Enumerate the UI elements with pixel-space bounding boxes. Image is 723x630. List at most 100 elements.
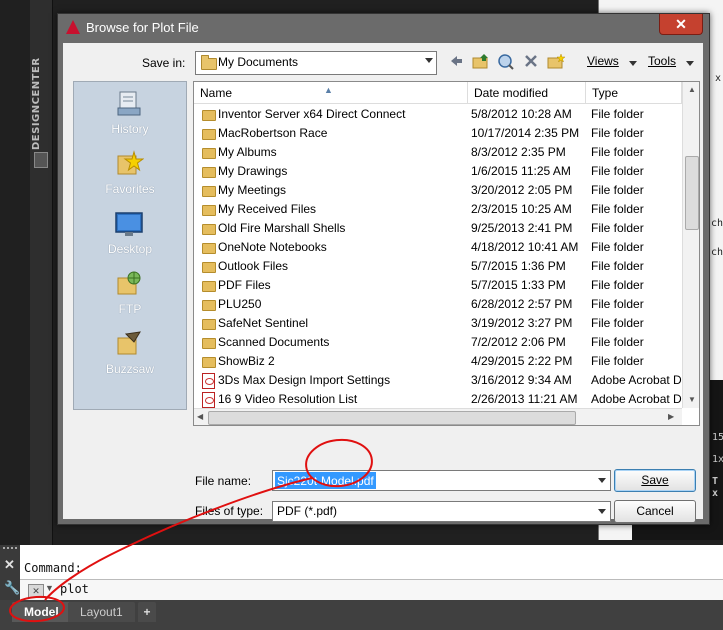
- files-of-type-label: Files of type:: [195, 504, 264, 518]
- files-of-type-select[interactable]: PDF (*.pdf): [272, 501, 611, 522]
- save-button[interactable]: Save: [614, 469, 696, 492]
- scroll-thumb[interactable]: [685, 156, 699, 230]
- file-row[interactable]: SafeNet Sentinel 3/19/2012 3:27 PM File fo…: [194, 314, 682, 333]
- place-history[interactable]: History: [74, 86, 186, 146]
- file-date-cell: 6/28/2012 2:57 PM: [471, 297, 573, 311]
- command-input[interactable]: plot: [60, 582, 89, 596]
- command-prompt-icon[interactable]: ✕: [28, 584, 44, 598]
- views-menu[interactable]: Views: [587, 54, 619, 68]
- place-favorites[interactable]: Favorites: [74, 146, 186, 206]
- file-row[interactable]: My Meetings 3/20/2012 2:05 PM File folder: [194, 181, 682, 200]
- file-row[interactable]: OneNote Notebooks 4/18/2012 10:41 AM File …: [194, 238, 682, 257]
- horizontal-scrollbar[interactable]: ◀ ▶: [194, 408, 682, 425]
- chevron-down-icon[interactable]: ▼: [45, 583, 54, 593]
- scroll-left-icon[interactable]: ◀: [197, 412, 203, 421]
- command-history: Command:: [24, 561, 82, 575]
- panel-fragment: x: [715, 73, 722, 84]
- file-name-cell: OneNote Notebooks: [218, 240, 327, 254]
- save-in-combo[interactable]: My Documents: [195, 51, 437, 75]
- cancel-button[interactable]: Cancel: [614, 500, 696, 523]
- back-icon[interactable]: [446, 53, 466, 73]
- file-row[interactable]: My Drawings 1/6/2015 11:25 AM File folder: [194, 162, 682, 181]
- files-of-type-value: PDF (*.pdf): [277, 504, 338, 518]
- sort-up-icon: ▲: [324, 85, 333, 95]
- file-row[interactable]: 3Ds Max Design Import Settings 3/16/2012 …: [194, 371, 682, 390]
- file-type-cell: File folder: [591, 354, 644, 368]
- file-row[interactable]: PLU250 6/28/2012 2:57 PM File folder: [194, 295, 682, 314]
- panel-fragment: T: [712, 476, 719, 487]
- panel-fragment: x: [712, 488, 719, 499]
- dialog-titlebar[interactable]: Browse for Plot File ✕: [58, 14, 709, 41]
- close-button[interactable]: ✕: [659, 14, 703, 35]
- place-desktop[interactable]: Desktop: [74, 206, 186, 266]
- scroll-right-icon[interactable]: ▶: [668, 412, 674, 421]
- up-folder-icon[interactable]: [471, 53, 491, 73]
- new-folder-icon[interactable]: [546, 53, 566, 73]
- folder-icon: [202, 110, 216, 121]
- file-row[interactable]: 16 9 Video Resolution List 2/26/2013 11:2…: [194, 390, 682, 409]
- file-name-cell: My Drawings: [218, 164, 288, 178]
- close-icon[interactable]: ✕: [4, 557, 15, 573]
- file-type-cell: File folder: [591, 183, 644, 197]
- file-type-cell: Adobe Acrobat D: [591, 373, 682, 387]
- autocad-logo-icon: [66, 20, 80, 34]
- delete-icon[interactable]: [521, 53, 541, 73]
- folder-icon: [202, 167, 216, 178]
- file-row[interactable]: Old Fire Marshall Shells 9/25/2013 2:41 P…: [194, 219, 682, 238]
- wrench-icon[interactable]: 🔧: [4, 580, 20, 596]
- grip-icon: [3, 547, 17, 553]
- search-web-icon[interactable]: [496, 53, 516, 73]
- command-line-handle[interactable]: ✕ 🔧: [0, 545, 20, 600]
- file-date-cell: 2/3/2015 10:25 AM: [471, 202, 572, 216]
- file-name-label: File name:: [195, 474, 252, 488]
- file-row[interactable]: Scanned Documents 7/2/2012 2:06 PM File fo…: [194, 333, 682, 352]
- file-name-cell: Scanned Documents: [218, 335, 330, 349]
- chevron-down-icon[interactable]: [629, 61, 637, 66]
- file-type-cell: Adobe Acrobat D: [591, 392, 682, 406]
- file-date-cell: 10/17/2014 2:35 PM: [471, 126, 580, 140]
- palette-grip-icon[interactable]: [34, 152, 48, 168]
- place-label: Desktop: [107, 242, 153, 256]
- file-row[interactable]: PDF Files 5/7/2015 1:33 PM File folder: [194, 276, 682, 295]
- add-layout-button[interactable]: +: [138, 602, 156, 622]
- panel-fragment: 1x: [712, 454, 723, 465]
- file-list[interactable]: ▲ Name Date modified Type Inventor Serve…: [193, 81, 700, 426]
- file-name-dropdown[interactable]: [593, 471, 610, 490]
- file-type-cell: File folder: [591, 297, 644, 311]
- file-date-cell: 4/29/2015 2:22 PM: [471, 354, 573, 368]
- place-ftp[interactable]: FTP: [74, 266, 186, 326]
- folder-icon: [202, 129, 216, 140]
- file-date-cell: 8/3/2012 2:35 PM: [471, 145, 566, 159]
- file-row[interactable]: Inventor Server x64 Direct Connect 5/8/20…: [194, 105, 682, 124]
- file-row[interactable]: My Received Files 2/3/2015 10:25 AM File f…: [194, 200, 682, 219]
- file-name-cell: ShowBiz 2: [218, 354, 275, 368]
- column-header-date[interactable]: Date modified: [468, 82, 586, 104]
- vertical-scrollbar[interactable]: ▲ ▼: [682, 82, 699, 408]
- file-name-input[interactable]: Sjc220t-Model.pdf: [272, 470, 611, 491]
- folder-icon: [202, 186, 216, 197]
- scroll-up-icon[interactable]: ▲: [688, 85, 696, 94]
- file-date-cell: 5/8/2012 10:28 AM: [471, 107, 572, 121]
- file-type-cell: File folder: [591, 164, 644, 178]
- file-row[interactable]: My Albums 8/3/2012 2:35 PM File folder: [194, 143, 682, 162]
- file-date-cell: 3/20/2012 2:05 PM: [471, 183, 573, 197]
- scroll-down-icon[interactable]: ▼: [688, 395, 696, 404]
- scroll-thumb[interactable]: [208, 411, 576, 425]
- file-row[interactable]: MacRobertson Race 10/17/2014 2:35 PM File …: [194, 124, 682, 143]
- column-header-name[interactable]: ▲ Name: [194, 82, 468, 104]
- file-row[interactable]: ShowBiz 2 4/29/2015 2:22 PM File folder: [194, 352, 682, 371]
- tools-menu[interactable]: Tools: [648, 54, 676, 68]
- file-type-cell: File folder: [591, 126, 644, 140]
- column-header-type[interactable]: Type: [586, 82, 682, 104]
- file-name-value: Sjc220t-Model.pdf: [275, 472, 376, 489]
- views-label: Views: [587, 54, 619, 68]
- chevron-down-icon[interactable]: [686, 61, 694, 66]
- files-of-type-dropdown[interactable]: [593, 502, 610, 521]
- tab-layout1[interactable]: Layout1: [68, 602, 135, 622]
- tab-model[interactable]: Model: [12, 602, 71, 622]
- chevron-down-icon: [598, 478, 606, 483]
- command-input-row[interactable]: ✕ ▼ plot: [20, 579, 723, 601]
- folder-icon: [202, 319, 216, 330]
- place-buzzsaw[interactable]: Buzzsaw: [74, 326, 186, 386]
- file-row[interactable]: Outlook Files 5/7/2015 1:36 PM File folder: [194, 257, 682, 276]
